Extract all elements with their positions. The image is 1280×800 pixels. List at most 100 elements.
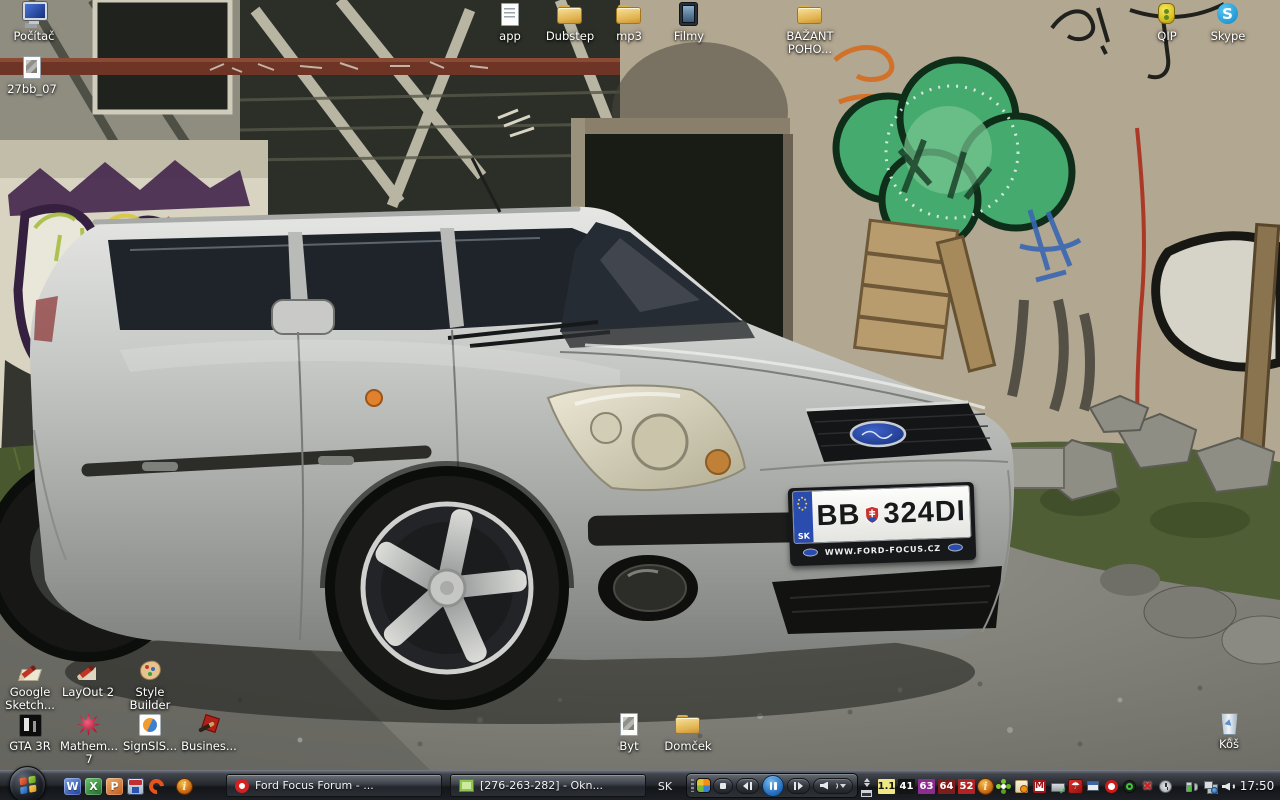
desktop-icon-signsis[interactable]: SignSIS...	[118, 712, 182, 753]
qip-icon	[1153, 2, 1181, 28]
quick-launch	[64, 771, 193, 800]
desktop-icon-kos[interactable]: Kôš	[1197, 710, 1261, 751]
icon-label: Počítač	[2, 30, 66, 43]
desktop-icons: Počítač 27bb_07 appDubstepmp3Filmy BAŽANTPO…	[0, 0, 1280, 800]
icon-label: StyleBuilder	[118, 686, 182, 712]
image-file-icon	[18, 55, 46, 81]
network-icon[interactable]	[1203, 779, 1218, 794]
mathematica-icon	[75, 712, 103, 738]
task-button-2[interactable]: [276-263-282] - Okn...	[450, 774, 646, 797]
recycle-bin-icon	[1215, 710, 1243, 736]
skype-icon	[1214, 2, 1242, 28]
layout-icon	[74, 658, 102, 684]
gta-icon	[16, 712, 44, 738]
icon-label: 27bb_07	[0, 83, 64, 96]
avira-icon[interactable]	[1068, 779, 1083, 794]
text-file-icon	[496, 2, 524, 28]
tray-badge-1.1[interactable]: 1.1	[878, 779, 895, 794]
media-player-toolbar	[686, 773, 858, 798]
next-button[interactable]	[787, 778, 810, 794]
stop-button[interactable]	[713, 778, 733, 794]
wmp-icon[interactable]	[697, 779, 710, 792]
excel-icon[interactable]	[85, 778, 102, 795]
error-x-icon[interactable]	[1140, 779, 1155, 794]
business-icon	[195, 712, 223, 738]
desktop-icon-bazant[interactable]: BAŽANTPOHO...	[778, 2, 842, 56]
volume-button[interactable]	[813, 778, 853, 794]
task-button-label: [276-263-282] - Okn...	[480, 779, 603, 792]
desktop-icon-skype[interactable]: Skype	[1196, 2, 1260, 43]
opera-task-icon	[235, 779, 249, 793]
recorder-icon[interactable]	[1122, 779, 1137, 794]
clockapp-icon[interactable]	[1014, 779, 1029, 794]
video-folder-icon	[675, 2, 703, 28]
icon-label: app	[478, 30, 542, 43]
power-plug-icon[interactable]	[1185, 779, 1200, 794]
windows-logo-icon	[19, 775, 35, 793]
language-indicator[interactable]: SK	[652, 771, 678, 800]
opera-tray-icon[interactable]	[1104, 779, 1119, 794]
miranda-icon[interactable]	[1032, 779, 1047, 794]
icon-label: Busines...	[177, 740, 241, 753]
desktop-icon-sketchup[interactable]: GoogleSketch...	[0, 658, 62, 712]
start-button[interactable]	[9, 766, 46, 800]
icon-label: Kôš	[1197, 738, 1261, 751]
icon-label: mp3	[597, 30, 661, 43]
taskbar-clock[interactable]: 17:50	[1234, 771, 1280, 800]
folder-icon	[615, 2, 643, 28]
stylebuilder-icon	[136, 658, 164, 684]
info-badge-icon[interactable]	[978, 779, 993, 794]
icon-label: GTA 3R	[0, 740, 62, 753]
desktop-icon-byt[interactable]: Byt	[597, 712, 661, 753]
desktop-icon-business[interactable]: Busines...	[177, 712, 241, 753]
desktop-icon-domcek[interactable]: Domček	[656, 712, 720, 753]
toolbar-drag-handle[interactable]	[691, 779, 694, 792]
mini-window-icon[interactable]	[1086, 779, 1101, 794]
restore-player-button[interactable]	[861, 790, 872, 797]
desktop-icon-layout[interactable]: LayOut 2	[56, 658, 120, 699]
desktop-icon-qip[interactable]: QIP	[1135, 2, 1199, 43]
tray-badge-52[interactable]: 52	[958, 779, 975, 794]
timer-clock-icon[interactable]	[1158, 779, 1173, 794]
word-icon[interactable]	[64, 778, 81, 795]
computer-icon	[20, 2, 48, 28]
pause-button[interactable]	[762, 775, 784, 797]
launch-info-icon[interactable]	[176, 778, 193, 795]
desktop-icon-dubstep[interactable]: Dubstep	[538, 2, 602, 43]
desktop: SK BB 324DI WWW.FORD-FOCUS.CZ Počítač27b	[0, 0, 1280, 800]
viewer-task-icon	[459, 779, 474, 792]
task-button-1[interactable]: Ford Focus Forum - ...	[226, 774, 442, 797]
printer-ok-icon[interactable]	[1050, 779, 1065, 794]
image-file-icon	[615, 712, 643, 738]
folder-icon	[796, 2, 824, 28]
task-button-label: Ford Focus Forum - ...	[255, 779, 374, 792]
sketchup-icon	[16, 658, 44, 684]
desktop-icon-mp3[interactable]: mp3	[597, 2, 661, 43]
toolbar-side-controls	[860, 773, 873, 799]
icon-label: BAŽANTPOHO...	[778, 30, 842, 56]
desktop-icon-filmy[interactable]: Filmy	[657, 2, 721, 43]
totalcmd-icon[interactable]	[127, 778, 144, 795]
icon-label: GoogleSketch...	[0, 686, 62, 712]
desktop-icon-27bb-07[interactable]: 27bb_07	[0, 55, 64, 96]
system-tray: 1.141636452	[878, 771, 1232, 800]
tray-badge-63[interactable]: 63	[918, 779, 935, 794]
taskbar: Ford Focus Forum - ... [276-263-282] - Ok…	[0, 770, 1280, 800]
comodo-icon[interactable]	[148, 778, 165, 795]
previous-button[interactable]	[736, 778, 759, 794]
icon-label: Skype	[1196, 30, 1260, 43]
desktop-icon-gta[interactable]: GTA 3R	[0, 712, 62, 753]
icon-label: SignSIS...	[118, 740, 182, 753]
powerpoint-icon[interactable]	[106, 778, 123, 795]
desktop-icon-mathematica[interactable]: Mathem...7	[57, 712, 121, 766]
tray-badge-64[interactable]: 64	[938, 779, 955, 794]
icq-flower-icon[interactable]	[996, 779, 1011, 794]
desktop-icon-app[interactable]: app	[478, 2, 542, 43]
tray-badge-41[interactable]: 41	[898, 779, 915, 794]
desktop-icon-stylebuilder[interactable]: StyleBuilder	[118, 658, 182, 712]
icon-label: Mathem...7	[57, 740, 121, 766]
icon-label: LayOut 2	[56, 686, 120, 699]
toolbar-options-button[interactable]	[864, 775, 870, 790]
desktop-icon-pocitac[interactable]: Počítač	[2, 2, 66, 43]
folder-icon	[674, 712, 702, 738]
